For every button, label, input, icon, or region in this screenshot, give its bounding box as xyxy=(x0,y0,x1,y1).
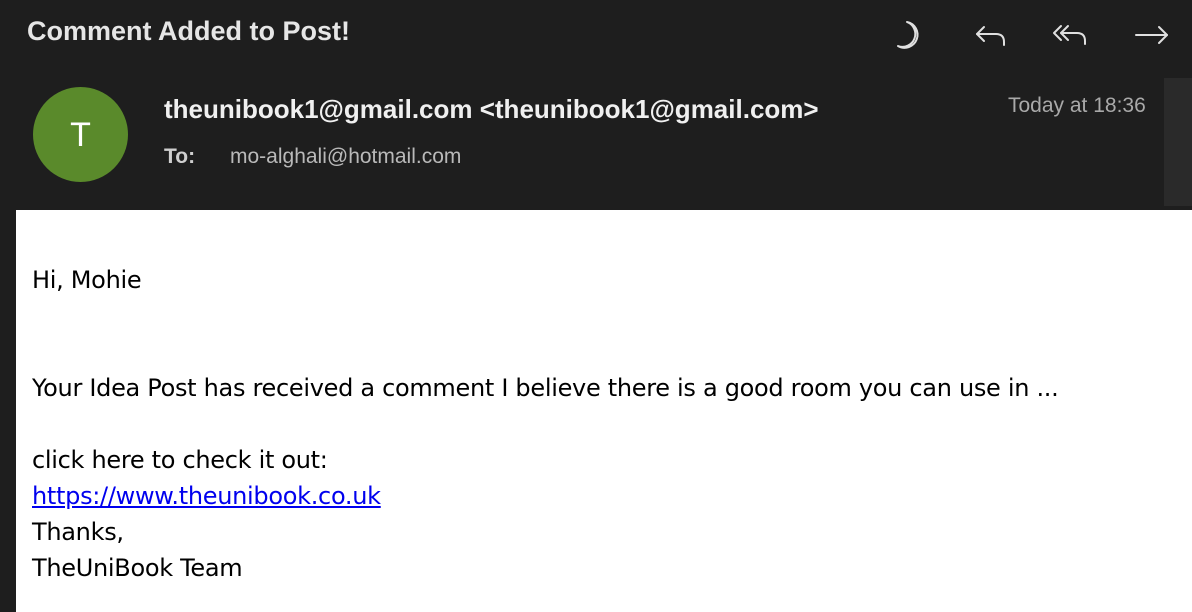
website-link[interactable]: https://www.theunibook.co.uk xyxy=(32,481,381,511)
message-body: Hi, Mohie Your Idea Post has received a … xyxy=(16,210,1192,612)
moon-icon[interactable] xyxy=(887,15,927,55)
header-scroll-strip xyxy=(1164,78,1192,206)
reply-all-icon[interactable] xyxy=(1050,15,1090,55)
message-header: Comment Added to Post! T theunibook1@gma… xyxy=(0,0,1192,210)
avatar-letter: T xyxy=(70,115,91,154)
cta-text: click here to check it out: xyxy=(32,446,328,474)
sender-address[interactable]: theunibook1@gmail.com <theunibook1@gmail… xyxy=(164,94,819,125)
body-paragraph: Your Idea Post has received a comment I … xyxy=(32,374,1059,402)
message-subject: Comment Added to Post! xyxy=(27,16,350,46)
greeting-text: Hi, Mohie xyxy=(32,266,142,294)
recipient-address[interactable]: mo-alghali@hotmail.com xyxy=(230,145,461,169)
reply-icon[interactable] xyxy=(970,15,1010,55)
message-date: Today at 18:36 xyxy=(1008,94,1146,117)
sender-avatar: T xyxy=(33,87,128,182)
signature-text: TheUniBook Team xyxy=(32,554,243,582)
forward-icon[interactable] xyxy=(1132,15,1172,55)
thanks-text: Thanks, xyxy=(32,518,124,546)
date-container: Today at 18:36 xyxy=(1008,92,1164,124)
to-label: To: xyxy=(164,145,196,168)
